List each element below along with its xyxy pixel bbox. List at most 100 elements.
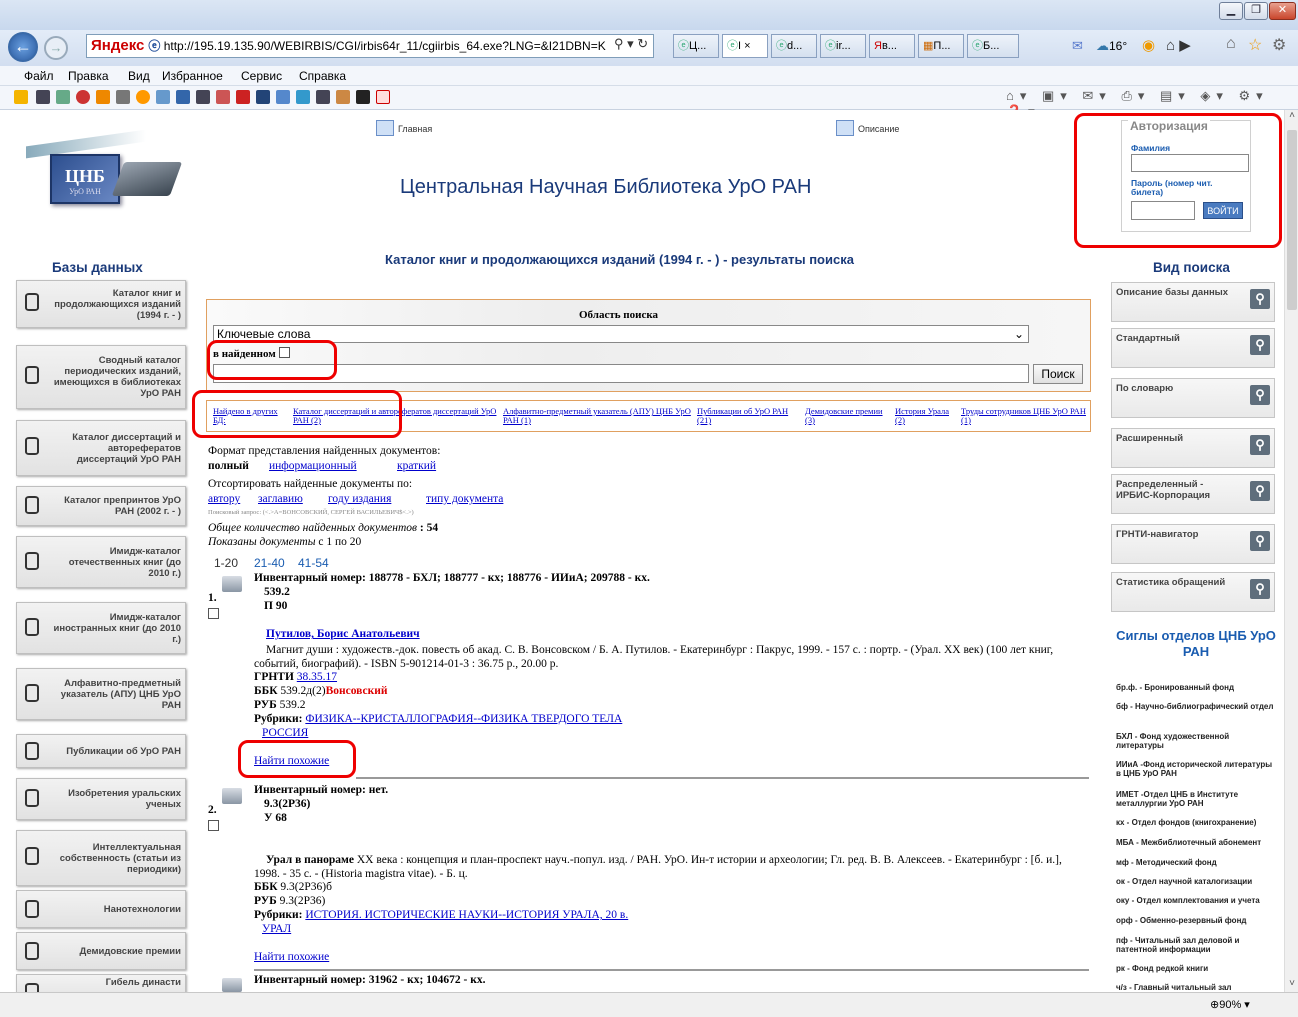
fav-link-icon[interactable] — [136, 90, 150, 104]
printer-icon[interactable] — [222, 978, 242, 992]
page-link-2[interactable]: 21-40 — [254, 556, 285, 570]
home-page-icon[interactable] — [376, 120, 394, 136]
description-page-icon[interactable] — [836, 120, 854, 136]
sort-by-title-link[interactable]: заглавию — [258, 493, 303, 505]
other-db-link-publications[interactable]: Публикации об УрО РАН (21) — [697, 407, 801, 425]
record-select-checkbox[interactable] — [208, 820, 219, 831]
menu-edit[interactable]: Правка — [68, 69, 109, 83]
fav-link-icon[interactable] — [236, 90, 250, 104]
fav-link-icon[interactable] — [56, 90, 70, 104]
weather-icon[interactable]: ☁16° — [1096, 38, 1127, 54]
sort-by-author-link[interactable]: автору — [208, 493, 240, 505]
page-link-3[interactable]: 41-54 — [298, 556, 329, 570]
fav-link-icon[interactable] — [196, 90, 210, 104]
fav-link-icon[interactable] — [296, 90, 310, 104]
nav-home-link[interactable]: Главная — [398, 124, 432, 134]
printer-icon[interactable] — [222, 788, 242, 804]
rubric-link-ural[interactable]: УРАЛ — [262, 923, 291, 935]
library-logo[interactable]: ЦНБ УрО РАН — [22, 129, 183, 220]
rubric-link-russia[interactable]: РОССИЯ — [262, 727, 308, 739]
fav-link-icon[interactable] — [356, 90, 370, 104]
other-db-link-apu[interactable]: Алфавитно-предметный указатель (АПУ) ЦНБ… — [503, 407, 693, 425]
db-item-image-domestic[interactable]: Имидж-каталог отечественных книг (до 201… — [16, 536, 186, 588]
sort-by-year-link[interactable]: году издания — [328, 493, 391, 505]
address-search-icon[interactable]: ⚲ ▾ ↻ — [614, 36, 648, 52]
db-item-preprints[interactable]: Каталог препринтов УрО РАН (2002 г. - ) — [16, 486, 186, 526]
other-db-link-staff-works[interactable]: Труды сотрудников ЦНБ УрО РАН (1) — [961, 407, 1087, 425]
nav-description-link[interactable]: Описание — [858, 124, 899, 134]
menu-tools[interactable]: Сервис — [241, 69, 282, 83]
browser-tab-6[interactable]: ▦П... — [918, 34, 964, 58]
menu-help[interactable]: Справка — [299, 69, 346, 83]
vertical-scrollbar[interactable]: ˄ ˅ — [1284, 110, 1298, 992]
fav-link-icon[interactable] — [36, 90, 50, 104]
format-short-link[interactable]: краткий — [397, 460, 436, 472]
fav-link-icon[interactable] — [96, 90, 110, 104]
search-type-statistics[interactable]: Статистика обращений ⚲ — [1111, 572, 1275, 612]
fav-link-icon[interactable] — [376, 90, 390, 104]
search-type-standard[interactable]: Стандартный ⚲ — [1111, 328, 1275, 368]
other-db-link-ural-history[interactable]: История Урала (2) — [895, 407, 957, 425]
db-item-inventions[interactable]: Изобретения уральских ученых — [16, 778, 186, 820]
browser-tab-7[interactable]: ⓔБ... — [967, 34, 1019, 58]
search-type-db-description[interactable]: Описание базы данных ⚲ — [1111, 282, 1275, 322]
db-item-apu[interactable]: Алфавитно-предметный указатель (АПУ) ЦНБ… — [16, 668, 186, 720]
search-type-grnti[interactable]: ГРНТИ-навигатор ⚲ — [1111, 524, 1275, 564]
fav-link-icon[interactable] — [216, 90, 230, 104]
home-tools-icon[interactable]: ⌂ ▶ — [1166, 36, 1191, 54]
minimize-button[interactable]: ▁ — [1219, 2, 1243, 20]
browser-tab-2[interactable]: ⓔI × — [722, 34, 768, 58]
db-item-demidov[interactable]: Демидовские премии — [16, 932, 186, 970]
db-item-books-catalog[interactable]: Каталог книг и продолжающихся изданий (1… — [16, 280, 186, 328]
fav-link-icon[interactable] — [176, 90, 190, 104]
db-item-nanotech[interactable]: Нанотехнологии — [16, 890, 186, 928]
browser-tab-3[interactable]: ⓔd... — [771, 34, 817, 58]
zoom-level[interactable]: ⊕90% ▾ — [1210, 998, 1250, 1011]
fav-link-icon[interactable] — [116, 90, 130, 104]
db-item-dynasty[interactable]: Гибель династи — [16, 974, 186, 992]
fav-link-icon[interactable] — [256, 90, 270, 104]
fav-link-icon[interactable] — [76, 90, 90, 104]
menu-file[interactable]: Файл — [24, 69, 54, 83]
scroll-down-icon[interactable]: ˅ — [1286, 978, 1298, 992]
search-type-distributed[interactable]: Распределенный - ИРБИС-Корпорация ⚲ — [1111, 474, 1275, 514]
favorites-star-icon[interactable]: ☆ — [1248, 35, 1262, 55]
forward-button[interactable]: → — [44, 36, 68, 60]
favorites-icon[interactable] — [14, 90, 28, 104]
db-item-dissertations[interactable]: Каталог диссертаций и авторефератов дисс… — [16, 420, 186, 476]
browser-tab-4[interactable]: ⓔir... — [820, 34, 866, 58]
menu-favorites[interactable]: Избранное — [162, 69, 223, 83]
find-similar-link[interactable]: Найти похожие — [254, 951, 329, 963]
home-icon[interactable]: ⌂ — [1226, 35, 1236, 53]
search-field-select[interactable]: Ключевые слова ⌄ — [213, 325, 1029, 343]
rubric-link[interactable]: ИСТОРИЯ. ИСТОРИЧЕСКИЕ НАУКИ--ИСТОРИЯ УРА… — [305, 909, 628, 921]
back-button[interactable]: ← — [8, 32, 38, 62]
gear-icon[interactable]: ⚙ — [1272, 35, 1286, 55]
search-type-dictionary[interactable]: По словарю ⚲ — [1111, 378, 1275, 418]
db-item-image-foreign[interactable]: Имидж-каталог иностранных книг (до 2010 … — [16, 602, 186, 654]
scroll-thumb[interactable] — [1287, 130, 1297, 310]
yandex-bar-icon[interactable]: ◉ — [1142, 36, 1155, 54]
grnti-link[interactable]: 38.35.17 — [297, 671, 337, 683]
sort-by-type-link[interactable]: типу документа — [426, 493, 503, 505]
menu-view[interactable]: Вид — [128, 69, 150, 83]
browser-tab-1[interactable]: ⓔЦ... — [673, 34, 719, 58]
record-author-link[interactable]: Путилов, Борис Анатольевич — [266, 628, 420, 640]
mail-icon[interactable]: ✉ — [1072, 38, 1083, 54]
search-type-advanced[interactable]: Расширенный ⚲ — [1111, 428, 1275, 468]
scroll-up-icon[interactable]: ˄ — [1286, 110, 1298, 124]
db-item-intellectual-property[interactable]: Интеллектуальная собственность (статьи и… — [16, 830, 186, 886]
rubric-link[interactable]: ФИЗИКА--КРИСТАЛЛОГРАФИЯ--ФИЗИКА ТВЕРДОГО… — [305, 713, 622, 725]
record-select-checkbox[interactable] — [208, 608, 219, 619]
address-bar[interactable]: Яндекс ⓔ http://195.19.135.90/WEBIRBIS/CG… — [86, 34, 654, 58]
fav-link-icon[interactable] — [156, 90, 170, 104]
fav-link-icon[interactable] — [336, 90, 350, 104]
other-db-link-demidov[interactable]: Демидовские премии (3) — [805, 407, 891, 425]
maximize-button[interactable]: ❐ — [1244, 2, 1268, 20]
fav-link-icon[interactable] — [316, 90, 330, 104]
close-window-button[interactable]: ✕ — [1269, 2, 1296, 20]
search-button[interactable]: Поиск — [1033, 364, 1083, 384]
fav-link-icon[interactable] — [276, 90, 290, 104]
printer-icon[interactable] — [222, 576, 242, 592]
db-item-publications[interactable]: Публикации об УрО РАН — [16, 734, 186, 768]
